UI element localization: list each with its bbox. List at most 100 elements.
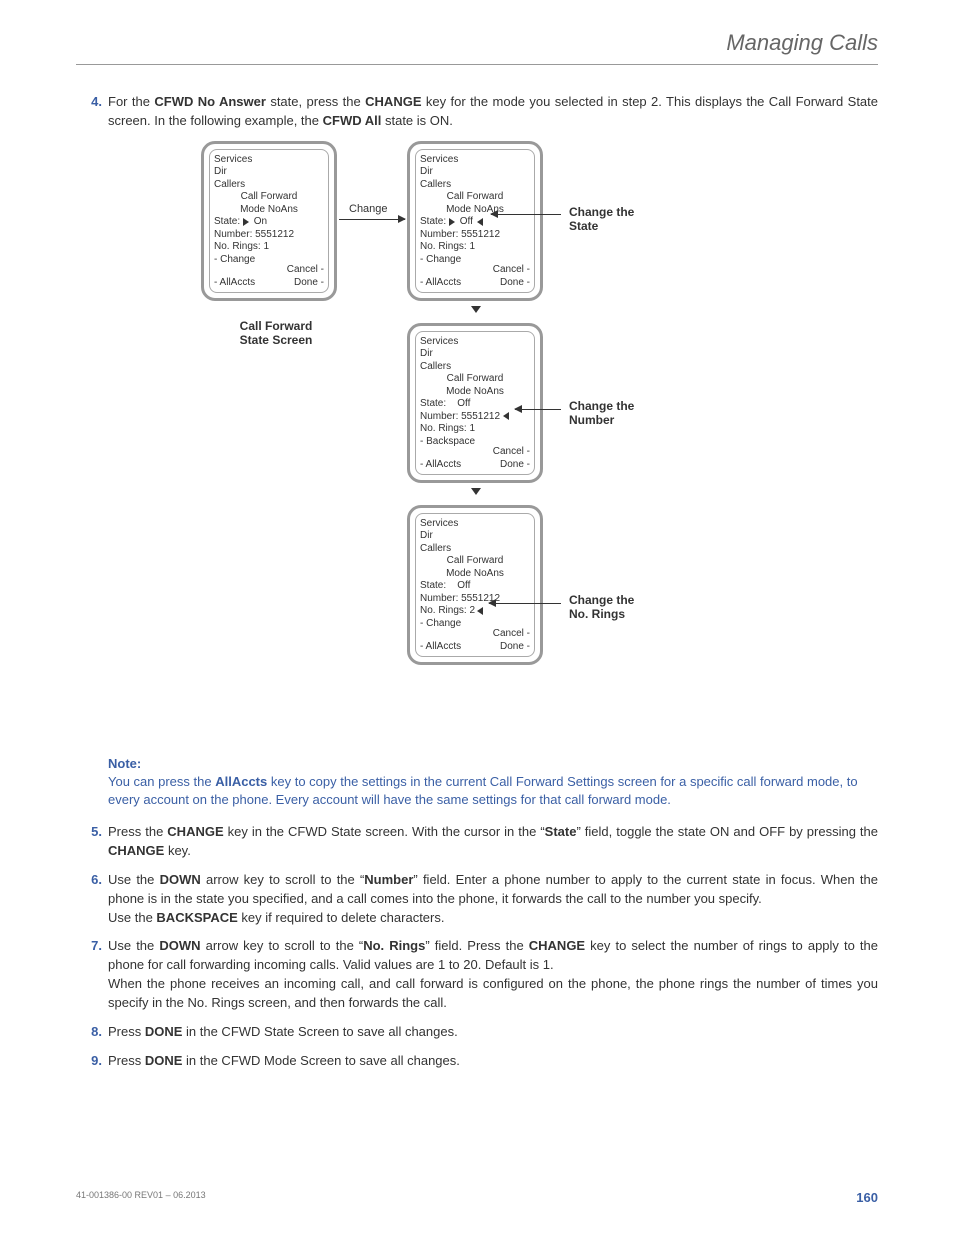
t: Off [460,216,473,227]
row: - AllAccts Done - [420,459,530,472]
t: Done - [500,459,530,472]
t: State [545,824,577,839]
diagram: Services Dir Callers Call Forward Mode N… [201,141,761,741]
step-5-body: Press the CHANGE key in the CFWD State s… [108,823,878,861]
step-6: 6. Use the DOWN arrow key to scroll to t… [84,871,878,928]
t: Use the [108,938,159,953]
t: DONE [145,1053,183,1068]
step-6-body: Use the DOWN arrow key to scroll to the … [108,871,878,928]
t: Number: 5551212 [420,411,500,422]
t: State: [420,398,446,409]
step-7: 7. Use the DOWN arrow key to scroll to t… [84,937,878,1012]
t: in the CFWD Mode Screen to save all chan… [182,1053,459,1068]
t: - Change [214,254,255,267]
t: Callers [420,361,530,374]
t: Mode NoAns [214,204,324,217]
t: Cancel - [493,628,530,641]
arrow-left-icon [477,218,483,226]
t: Call Forward [214,191,324,204]
row: - AllAcctsDone - [214,277,324,290]
t: Dir [420,530,530,543]
t: Number: 5551212 [214,229,324,242]
t: Number [364,872,413,887]
play-icon [449,218,455,226]
t: State: [420,216,446,227]
caption-cf-state-screen: Call Forward State Screen [216,319,336,348]
step-9: 9. Press DONE in the CFWD Mode Screen to… [84,1052,878,1071]
label-change-rings: Change the No. Rings [569,593,634,622]
t: CHANGE [365,94,421,109]
t: - Backspace [420,436,475,449]
page-number: 160 [856,1190,878,1205]
t: DOWN [160,872,201,887]
t: AllAccts [215,774,267,789]
t: Mode NoAns [420,386,530,399]
t: DOWN [159,938,200,953]
t: arrow key to scroll to the “ [201,938,364,953]
play-icon [243,218,249,226]
arrow-number [515,409,561,410]
step-4-num: 4. [84,93,102,131]
t: ” field, toggle the state ON and OFF by … [576,824,878,839]
t: Done - [500,641,530,654]
t: CFWD All [323,113,382,128]
t: Callers [420,543,530,556]
step-6-num: 6. [84,871,102,928]
screen-change-rings: Services Dir Callers Call Forward Mode N… [407,505,543,665]
content-area: 4. For the CFWD No Answer state, press t… [76,93,878,1071]
rings-row: No. Rings: 2 [420,605,530,618]
step-8: 8. Press DONE in the CFWD State Screen t… [84,1023,878,1042]
footer-left: 41-001386-00 REV01 – 06.2013 [76,1190,206,1205]
step-5: 5. Press the CHANGE key in the CFWD Stat… [84,823,878,861]
label-change-state: Change the State [569,205,634,234]
t: Call Forward [420,191,530,204]
down-arrow-icon [471,305,481,316]
t: Off [457,580,470,591]
t: Off [457,398,470,409]
t: in the CFWD State Screen to save all cha… [182,1024,457,1039]
t: Press [108,1053,145,1068]
t: - Change [420,618,461,631]
t: Services [214,154,324,167]
t: Press the [108,824,167,839]
t: State: [214,216,240,227]
t: State: [420,580,446,591]
change-label: Change [349,203,388,215]
t: No. Rings: 2 [420,605,475,616]
page-footer: 41-001386-00 REV01 – 06.2013 160 [76,1190,878,1205]
arrow-left-icon [477,607,483,615]
t: Dir [214,166,324,179]
step-9-body: Press DONE in the CFWD Mode Screen to sa… [108,1052,878,1071]
label-change-number: Change the Number [569,399,634,428]
t: Done - [500,277,530,290]
t: - AllAccts [420,277,461,290]
t: No. Rings [363,938,425,953]
state-row: State: Off [420,216,530,229]
t: Use the [108,910,156,925]
t: Press [108,1024,145,1039]
t: - AllAccts [214,277,255,290]
step-4-body: For the CFWD No Answer state, press the … [108,93,878,131]
t: key in the CFWD State screen. With the c… [224,824,545,839]
step-8-body: Press DONE in the CFWD State Screen to s… [108,1023,878,1042]
t: On [254,216,267,227]
t: DONE [145,1024,183,1039]
t: CHANGE [108,843,164,858]
arrow-left-icon [503,412,509,420]
t: Callers [214,179,324,192]
step-9-num: 9. [84,1052,102,1071]
t: When the phone receives an incoming call… [108,976,878,1010]
t: CHANGE [529,938,585,953]
t: You can press the [108,774,215,789]
t: - AllAccts [420,459,461,472]
t: Dir [420,348,530,361]
state-row: State: On [214,216,324,229]
t: Cancel - [287,264,324,277]
t: BACKSPACE [156,910,237,925]
row: - AllAcctsDone - [420,641,530,654]
note-head: Note: [108,755,878,773]
t: - Change [420,254,461,267]
step-4: 4. For the CFWD No Answer state, press t… [84,93,878,131]
t: Dir [420,166,530,179]
t: arrow key to scroll to the “ [201,872,365,887]
